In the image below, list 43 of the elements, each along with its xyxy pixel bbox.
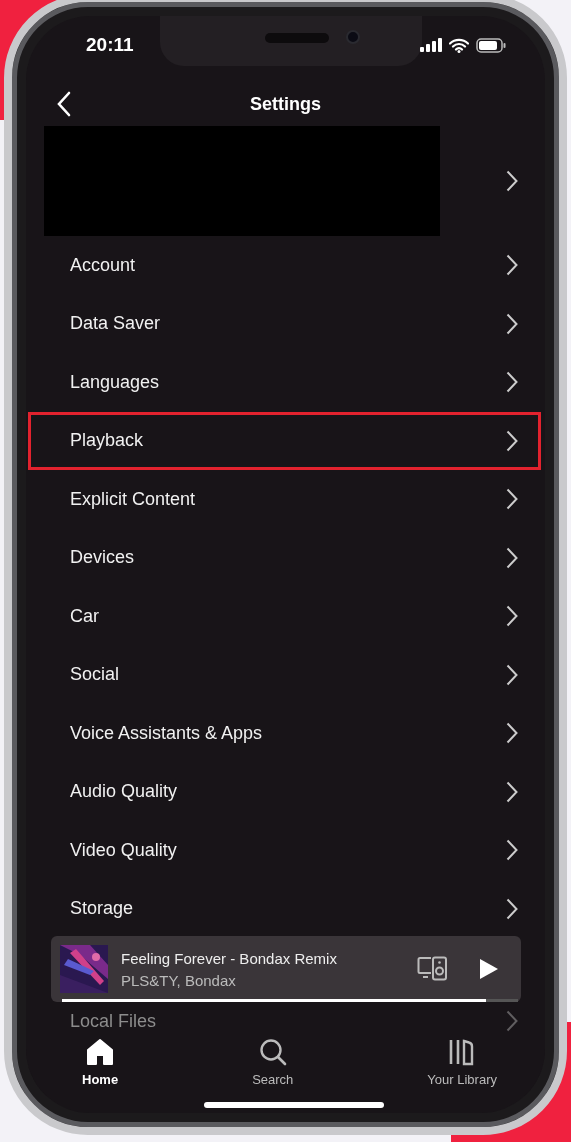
- devices-icon[interactable]: [417, 956, 449, 982]
- nav-tab[interactable]: Home: [82, 1038, 119, 1090]
- chevron-icon: [506, 170, 518, 192]
- settings-item[interactable]: Social: [28, 645, 541, 704]
- chevron-icon: [506, 429, 518, 452]
- chevron-icon: [506, 780, 518, 803]
- settings-item[interactable]: Voice Assistants & Apps: [28, 704, 541, 763]
- track-artist: PLS&TY, Bondax: [121, 971, 237, 989]
- chevron-icon: [506, 897, 518, 920]
- chevron-icon: [506, 546, 518, 569]
- settings-item[interactable]: Audio Quality: [28, 762, 541, 821]
- settings-item[interactable]: Car: [28, 587, 541, 646]
- play-icon[interactable]: [479, 958, 499, 980]
- wifi-icon: [449, 37, 469, 53]
- settings-item[interactable]: Local Files: [28, 1008, 541, 1034]
- chevron-icon: [506, 839, 518, 862]
- chevron-icon: [506, 605, 518, 628]
- home-icon: [86, 1038, 115, 1066]
- chevron-icon: [506, 254, 518, 277]
- settings-item[interactable]: Playback: [28, 411, 541, 470]
- chevron-icon: [506, 371, 518, 394]
- nav-tab[interactable]: Search: [252, 1038, 294, 1090]
- track-title: Feeling Forever - Bondax Remix: [121, 949, 338, 967]
- battery-icon: [476, 37, 506, 53]
- settings-item[interactable]: Explicit Content: [28, 470, 541, 529]
- settings-item[interactable]: Account: [28, 236, 541, 295]
- settings-item[interactable]: Data Saver: [28, 294, 541, 353]
- settings-item[interactable]: Devices: [28, 528, 541, 587]
- chevron-icon: [506, 1010, 518, 1032]
- chevron-icon: [506, 312, 518, 335]
- back-icon[interactable]: [56, 91, 72, 117]
- screen-title: Settings: [250, 93, 321, 115]
- search-icon: [258, 1038, 287, 1066]
- signal-icon: [420, 38, 442, 52]
- settings-item[interactable]: Video Quality: [28, 821, 541, 880]
- settings-item[interactable]: Storage: [28, 879, 541, 938]
- now-playing-bar[interactable]: Feeling Forever - Bondax Remix PLS&TY, Bondax: [51, 936, 521, 1002]
- chevron-icon: [506, 663, 518, 686]
- chevron-icon: [506, 488, 518, 511]
- status-time: 20:11: [86, 34, 134, 56]
- nav-tab[interactable]: Your Library: [427, 1038, 497, 1090]
- chevron-icon: [506, 722, 518, 745]
- settings-item[interactable]: Languages: [28, 353, 541, 412]
